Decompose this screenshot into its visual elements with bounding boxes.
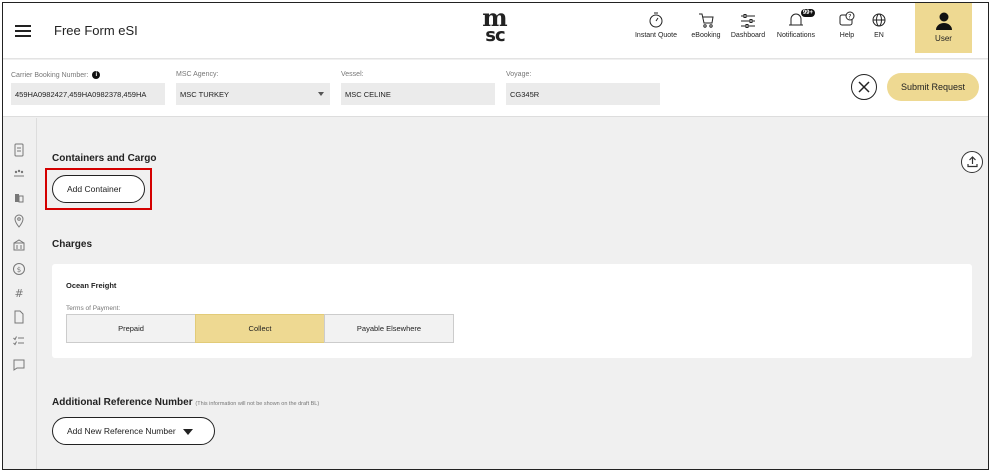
dollar-icon[interactable]: $ — [12, 262, 26, 276]
charges-title: Charges — [52, 239, 93, 250]
reference-title: Additional Reference Number (This inform… — [52, 397, 320, 408]
upload-icon — [967, 156, 978, 168]
app-frame: Free Form eSI m sc Instant Quote eBookin… — [2, 2, 989, 470]
ocean-freight-card: Ocean Freight Terms of Payment: Prepaid … — [52, 264, 972, 358]
left-rail: $ # — [3, 118, 37, 469]
carrier-booking-label: Carrier Booking Number: i — [11, 71, 101, 79]
svg-text:$: $ — [17, 266, 21, 274]
nav-ebooking[interactable]: eBooking — [687, 11, 725, 39]
cart-icon — [699, 13, 714, 28]
nav-dashboard[interactable]: Dashboard — [728, 11, 768, 39]
menu-icon[interactable] — [15, 25, 31, 37]
caret-down-icon — [183, 428, 194, 435]
stopwatch-icon — [649, 12, 663, 28]
notification-badge: 99+ — [800, 9, 815, 17]
svg-text:#: # — [15, 287, 24, 300]
terms-of-payment-label: Terms of Payment: — [66, 305, 121, 312]
user-icon — [935, 12, 952, 30]
highlight-box — [45, 168, 152, 210]
user-button[interactable]: User — [915, 3, 972, 53]
customs-icon[interactable] — [12, 238, 26, 252]
nav-notifications[interactable]: 99+ Notifications — [773, 9, 819, 39]
payment-option-prepaid[interactable]: Prepaid — [66, 314, 196, 343]
agency-select[interactable]: MSC TURKEY — [176, 83, 330, 105]
voyage-label: Voyage: — [506, 71, 532, 78]
ocean-freight-title: Ocean Freight — [66, 281, 117, 290]
msc-logo[interactable]: m sc — [478, 6, 512, 48]
help-icon: ? — [839, 11, 855, 26]
nav-language[interactable]: EN — [869, 11, 889, 39]
containers-title: Containers and Cargo — [52, 153, 157, 164]
svg-text:?: ? — [848, 14, 851, 21]
carrier-booking-field[interactable]: 459HA0982427,459HA0982378,459HA — [11, 83, 165, 105]
agency-label: MSC Agency: — [176, 71, 219, 78]
document-list-icon[interactable] — [12, 143, 26, 157]
chevron-down-icon — [318, 92, 324, 96]
submit-request-button[interactable]: Submit Request — [887, 73, 979, 101]
payment-option-payable-elsewhere[interactable]: Payable Elsewhere — [324, 314, 454, 343]
app-title: Free Form eSI — [54, 23, 138, 38]
globe-icon — [872, 13, 886, 27]
info-icon[interactable]: i — [92, 71, 101, 79]
vessel-label: Vessel: — [341, 71, 364, 78]
building-icon[interactable] — [12, 190, 26, 204]
hash-icon[interactable]: # — [12, 286, 26, 300]
upload-button[interactable] — [961, 151, 983, 173]
comment-icon[interactable] — [12, 358, 26, 372]
booking-bar: Carrier Booking Number: i 459HA0982427,4… — [3, 60, 988, 117]
voyage-field[interactable]: CG345R — [506, 83, 660, 105]
add-reference-button[interactable]: Add New Reference Number — [52, 417, 215, 445]
close-icon — [858, 81, 870, 93]
vessel-field[interactable]: MSC CELINE — [341, 83, 495, 105]
top-header: Free Form eSI m sc Instant Quote eBookin… — [3, 3, 988, 59]
file-icon[interactable] — [12, 310, 26, 324]
sliders-icon — [741, 14, 755, 28]
reference-note: (This information will not be shown on t… — [195, 401, 320, 407]
nav-help[interactable]: ? Help — [835, 11, 859, 39]
parties-icon[interactable] — [12, 166, 26, 180]
nav-instant-quote[interactable]: Instant Quote — [634, 11, 678, 39]
close-button[interactable] — [851, 74, 877, 100]
checklist-icon[interactable] — [12, 334, 26, 348]
location-icon[interactable] — [12, 214, 26, 228]
payment-option-collect[interactable]: Collect — [195, 314, 325, 343]
